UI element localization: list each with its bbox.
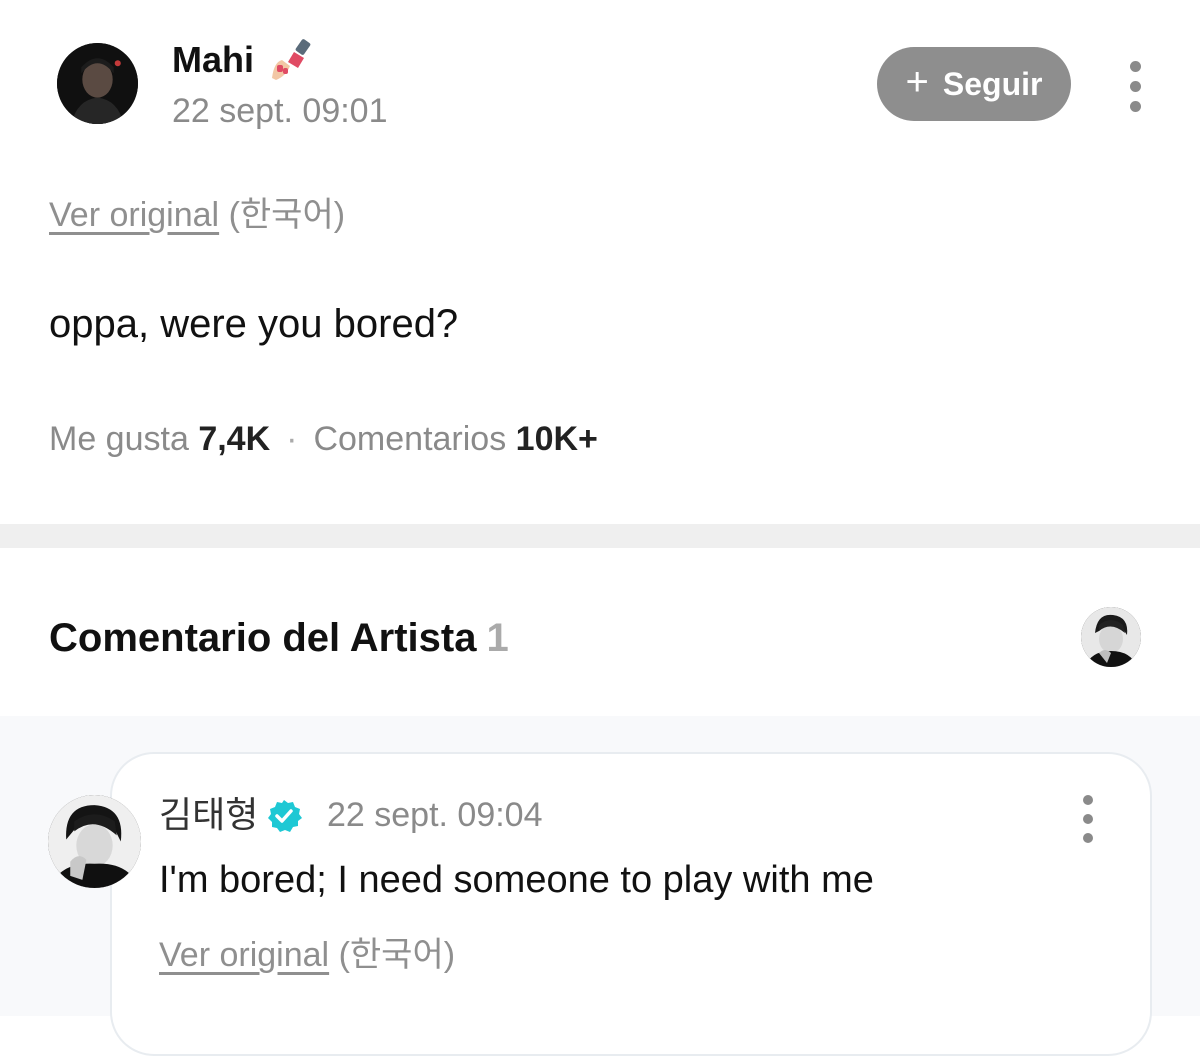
- author-name[interactable]: Mahi: [172, 38, 254, 82]
- stats-separator: ·: [286, 420, 298, 458]
- artist-avatar[interactable]: [48, 795, 141, 888]
- artist-name[interactable]: 김태형: [159, 792, 258, 838]
- more-options-icon[interactable]: [1123, 61, 1147, 112]
- follow-label: Seguir: [942, 65, 1043, 102]
- comment-more-options-icon[interactable]: [1076, 795, 1100, 843]
- comment-original-language: (한국어): [338, 936, 456, 974]
- comment-text: I'm bored; I need someone to play with m…: [159, 859, 874, 901]
- post-card: Mahi 22 sept. 09:01 + Seguir Ver origina…: [0, 0, 1200, 524]
- view-original-link[interactable]: Ver original: [49, 196, 219, 234]
- post-timestamp: 22 sept. 09:01: [172, 92, 388, 130]
- likes-count[interactable]: 7,4K: [198, 420, 270, 458]
- artist-photo: [48, 795, 141, 888]
- likes-label[interactable]: Me gusta: [49, 420, 189, 458]
- post-stats: Me gusta 7,4K · Comentarios 10K+: [49, 418, 598, 460]
- post-text: oppa, were you bored?: [49, 302, 459, 346]
- section-divider: [0, 524, 1200, 548]
- plus-icon: +: [905, 60, 929, 104]
- artist-comment-header: Comentario del Artista 1: [0, 548, 1200, 716]
- artist-photo-small: [1081, 607, 1141, 667]
- comment-view-original-line: Ver original (한국어): [159, 934, 455, 976]
- author-photo: [57, 43, 138, 124]
- follow-button[interactable]: + Seguir: [877, 47, 1071, 121]
- original-language: (한국어): [228, 196, 346, 234]
- comment-view-original-link[interactable]: Ver original: [159, 936, 329, 974]
- comment-timestamp: 22 sept. 09:04: [327, 796, 543, 834]
- comments-count[interactable]: 10K+: [516, 420, 598, 458]
- verified-badge-icon: [268, 800, 302, 832]
- artist-comment-count: 1: [486, 616, 509, 660]
- comments-label[interactable]: Comentarios: [313, 420, 506, 458]
- section-title-text: Comentario del Artista: [49, 616, 477, 660]
- view-original-line: Ver original (한국어): [49, 194, 345, 236]
- artist-avatar-small[interactable]: [1081, 607, 1141, 667]
- author-avatar[interactable]: [57, 43, 138, 124]
- section-title: Comentario del Artista 1: [49, 614, 509, 662]
- nail-polish-icon: [272, 39, 311, 80]
